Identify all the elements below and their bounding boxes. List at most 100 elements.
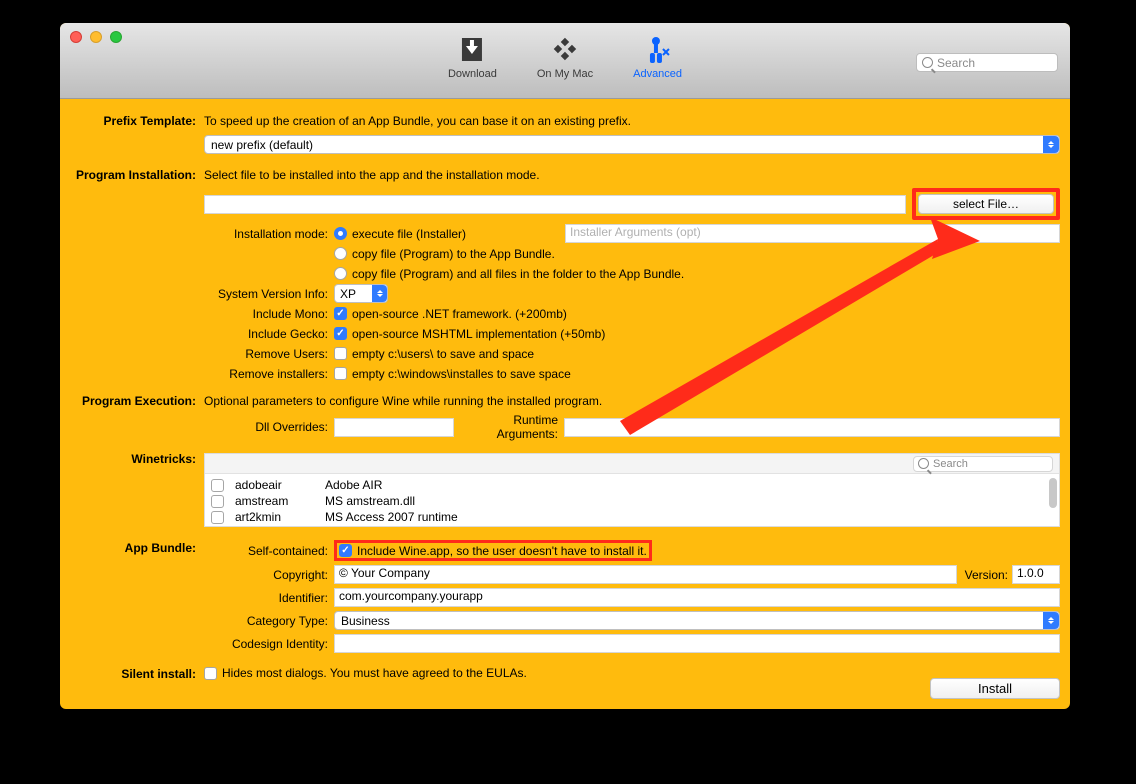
minimize-icon[interactable]	[90, 31, 102, 43]
sysver-select[interactable]: XP	[334, 284, 388, 303]
tab-download[interactable]: Download	[442, 31, 503, 84]
toolbar-tabs: Download On My Mac Advanced	[442, 31, 688, 84]
winetricks-label: Winetricks:	[70, 451, 204, 468]
version-field[interactable]: 1.0.0	[1012, 565, 1060, 584]
toolbar-search[interactable]: Search	[916, 53, 1058, 72]
checkbox-on-icon	[339, 544, 352, 557]
winetricks-body: adobeair Adobe AIR amstream MS amstream.…	[205, 474, 1059, 528]
category-value: Business	[341, 614, 390, 628]
checkbox-on-icon	[334, 327, 347, 340]
include-gecko-check[interactable]: open-source MSHTML implementation (+50mb…	[334, 327, 605, 341]
install-mode-radio-copyall[interactable]: copy file (Program) and all files in the…	[334, 267, 684, 281]
window-controls	[70, 31, 122, 43]
checkbox-off-icon[interactable]	[211, 479, 224, 492]
prefix-template-select[interactable]: new prefix (default)	[204, 135, 1060, 154]
silent-install-label: Silent install:	[70, 666, 204, 683]
program-exec-desc: Optional parameters to configure Wine wh…	[204, 393, 1060, 410]
program-install-desc: Select file to be installed into the app…	[204, 167, 1060, 184]
search-icon	[918, 458, 929, 469]
winetricks-row[interactable]: art2kmin MS Access 2007 runtime	[211, 510, 1053, 524]
search-icon	[922, 57, 933, 68]
runtime-args-field[interactable]	[564, 418, 1060, 437]
install-button[interactable]: Install	[930, 678, 1060, 699]
runtime-args-label: Runtime Arguments:	[454, 413, 564, 441]
winetricks-row[interactable]: amstream MS amstream.dll	[211, 494, 1053, 508]
winetricks-search[interactable]: Search	[913, 456, 1053, 472]
tab-advanced[interactable]: Advanced	[627, 31, 688, 84]
installer-args-field[interactable]: Installer Arguments (opt)	[565, 224, 1060, 243]
winetricks-item-desc: MS Access 2007 runtime	[325, 510, 458, 524]
category-select[interactable]: Business	[334, 611, 1060, 630]
install-button-label: Install	[978, 681, 1012, 696]
select-file-highlight: select File…	[912, 188, 1060, 220]
remove-installers-text: empty c:\windows\installes to save space	[352, 367, 571, 381]
tab-onmymac[interactable]: On My Mac	[531, 31, 599, 84]
remove-installers-check[interactable]: empty c:\windows\installes to save space	[334, 367, 571, 381]
winetricks-item-key: adobeair	[235, 478, 319, 492]
advanced-icon	[643, 35, 673, 65]
install-mode-label: Installation mode:	[204, 227, 334, 241]
include-gecko-text: open-source MSHTML implementation (+50mb…	[352, 327, 605, 341]
scrollbar-thumb[interactable]	[1049, 478, 1057, 508]
titlebar: Download On My Mac Advanced Search	[60, 23, 1070, 99]
remove-users-text: empty c:\users\ to save and space	[352, 347, 534, 361]
codesign-label: Codesign Identity:	[204, 637, 334, 651]
install-mode-radio3-label: copy file (Program) and all files in the…	[352, 267, 684, 281]
download-icon	[457, 35, 487, 65]
winetricks-item-desc: MS amstream.dll	[325, 494, 415, 508]
codesign-field[interactable]	[334, 634, 1060, 653]
program-exec-label: Program Execution:	[70, 393, 204, 410]
radio-off-icon	[334, 247, 347, 260]
version-label: Version:	[957, 568, 1012, 582]
checkbox-off-icon	[334, 347, 347, 360]
sysver-label: System Version Info:	[204, 287, 334, 301]
sysver-value: XP	[340, 287, 356, 301]
silent-install-check[interactable]: Hides most dialogs. You must have agreed…	[204, 666, 527, 680]
install-mode-radio-copy[interactable]: copy file (Program) to the App Bundle.	[334, 247, 555, 261]
self-contained-check[interactable]: Include Wine.app, so the user doesn't ha…	[339, 544, 647, 558]
select-file-button[interactable]: select File…	[918, 194, 1054, 214]
close-icon[interactable]	[70, 31, 82, 43]
tab-advanced-label: Advanced	[633, 68, 682, 80]
checkbox-on-icon	[334, 307, 347, 320]
remove-users-check[interactable]: empty c:\users\ to save and space	[334, 347, 534, 361]
identifier-field[interactable]: com.yourcompany.yourapp	[334, 588, 1060, 607]
install-mode-radio1-label: execute file (Installer)	[352, 227, 466, 241]
zoom-icon[interactable]	[110, 31, 122, 43]
winetricks-search-placeholder: Search	[933, 458, 968, 470]
chevron-updown-icon	[372, 285, 387, 302]
install-mode-radio-execute[interactable]: execute file (Installer)	[334, 227, 466, 241]
copyright-label: Copyright:	[204, 568, 334, 582]
radio-on-icon	[334, 227, 347, 240]
app-bundle-label: App Bundle:	[70, 540, 204, 557]
winetricks-item-key: art2kmin	[235, 510, 319, 524]
category-label: Category Type:	[204, 614, 334, 628]
tab-onmymac-label: On My Mac	[537, 68, 593, 80]
select-file-button-label: select File…	[953, 197, 1019, 211]
checkbox-off-icon	[204, 667, 217, 680]
toolbar-search-placeholder: Search	[937, 56, 975, 70]
chevron-updown-icon	[1043, 136, 1059, 153]
winetricks-search-bar: Search	[205, 454, 1059, 474]
copyright-field[interactable]: © Your Company	[334, 565, 957, 584]
checkbox-off-icon[interactable]	[211, 511, 224, 524]
app-window: Download On My Mac Advanced Search Pre	[60, 23, 1070, 709]
dll-overrides-label: Dll Overrides:	[204, 420, 334, 434]
self-contained-text: Include Wine.app, so the user doesn't ha…	[357, 544, 647, 558]
silent-install-text: Hides most dialogs. You must have agreed…	[222, 666, 527, 680]
include-gecko-label: Include Gecko:	[204, 327, 334, 341]
winetricks-row[interactable]: adobeair Adobe AIR	[211, 478, 1053, 492]
dll-overrides-field[interactable]	[334, 418, 454, 437]
include-mono-check[interactable]: open-source .NET framework. (+200mb)	[334, 307, 567, 321]
include-mono-label: Include Mono:	[204, 307, 334, 321]
content-area: Prefix Template: To speed up the creatio…	[60, 99, 1070, 709]
self-contained-highlight: Include Wine.app, so the user doesn't ha…	[334, 540, 652, 561]
remove-installers-label: Remove installers:	[204, 367, 334, 381]
install-file-field[interactable]	[204, 195, 906, 214]
program-install-label: Program Installation:	[70, 167, 204, 184]
install-mode-radio2-label: copy file (Program) to the App Bundle.	[352, 247, 555, 261]
checkbox-off-icon[interactable]	[211, 495, 224, 508]
prefix-template-desc: To speed up the creation of an App Bundl…	[204, 113, 1060, 130]
tab-download-label: Download	[448, 68, 497, 80]
winetricks-item-desc: Adobe AIR	[325, 478, 382, 492]
